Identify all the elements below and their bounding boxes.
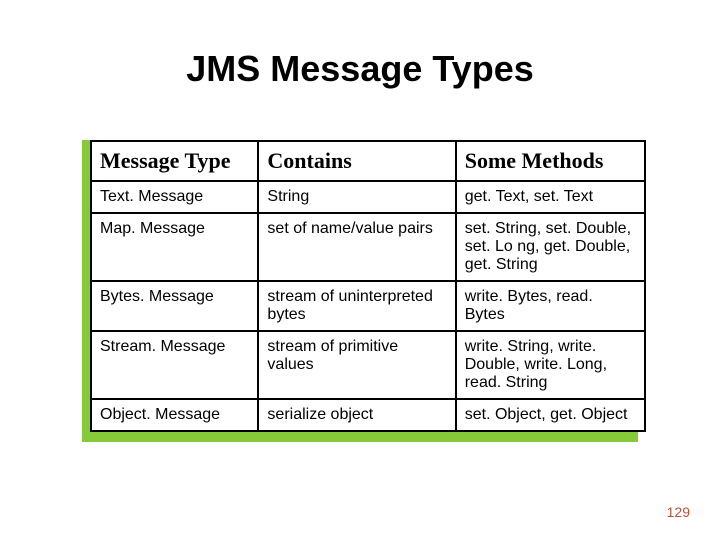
cell-type: Text. Message bbox=[91, 181, 258, 213]
cell-contains: set of name/value pairs bbox=[258, 213, 455, 281]
col-header-contains: Contains bbox=[258, 141, 455, 181]
cell-type: Stream. Message bbox=[91, 331, 258, 399]
cell-contains: serialize object bbox=[258, 399, 455, 431]
table-header-row: Message Type Contains Some Methods bbox=[91, 141, 645, 181]
cell-contains: stream of uninterpreted bytes bbox=[258, 281, 455, 331]
cell-methods: write. String, write. Double, write. Lon… bbox=[456, 331, 645, 399]
cell-methods: write. Bytes, read. Bytes bbox=[456, 281, 645, 331]
table-row: Text. Message String get. Text, set. Tex… bbox=[91, 181, 645, 213]
table-row: Stream. Message stream of primitive valu… bbox=[91, 331, 645, 399]
col-header-type: Message Type bbox=[91, 141, 258, 181]
slide-title: JMS Message Types bbox=[0, 48, 720, 90]
message-types-table: Message Type Contains Some Methods Text.… bbox=[90, 140, 646, 432]
cell-type: Object. Message bbox=[91, 399, 258, 431]
cell-methods: set. Object, get. Object bbox=[456, 399, 645, 431]
cell-type: Bytes. Message bbox=[91, 281, 258, 331]
cell-methods: get. Text, set. Text bbox=[456, 181, 645, 213]
table-row: Map. Message set of name/value pairs set… bbox=[91, 213, 645, 281]
cell-type: Map. Message bbox=[91, 213, 258, 281]
col-header-methods: Some Methods bbox=[456, 141, 645, 181]
table-row: Object. Message serialize object set. Ob… bbox=[91, 399, 645, 431]
slide: JMS Message Types Message Type Contains … bbox=[0, 0, 720, 540]
table-row: Bytes. Message stream of uninterpreted b… bbox=[91, 281, 645, 331]
page-number: 129 bbox=[667, 504, 690, 520]
cell-contains: String bbox=[258, 181, 455, 213]
cell-methods: set. String, set. Double, set. Lo ng, ge… bbox=[456, 213, 645, 281]
cell-contains: stream of primitive values bbox=[258, 331, 455, 399]
